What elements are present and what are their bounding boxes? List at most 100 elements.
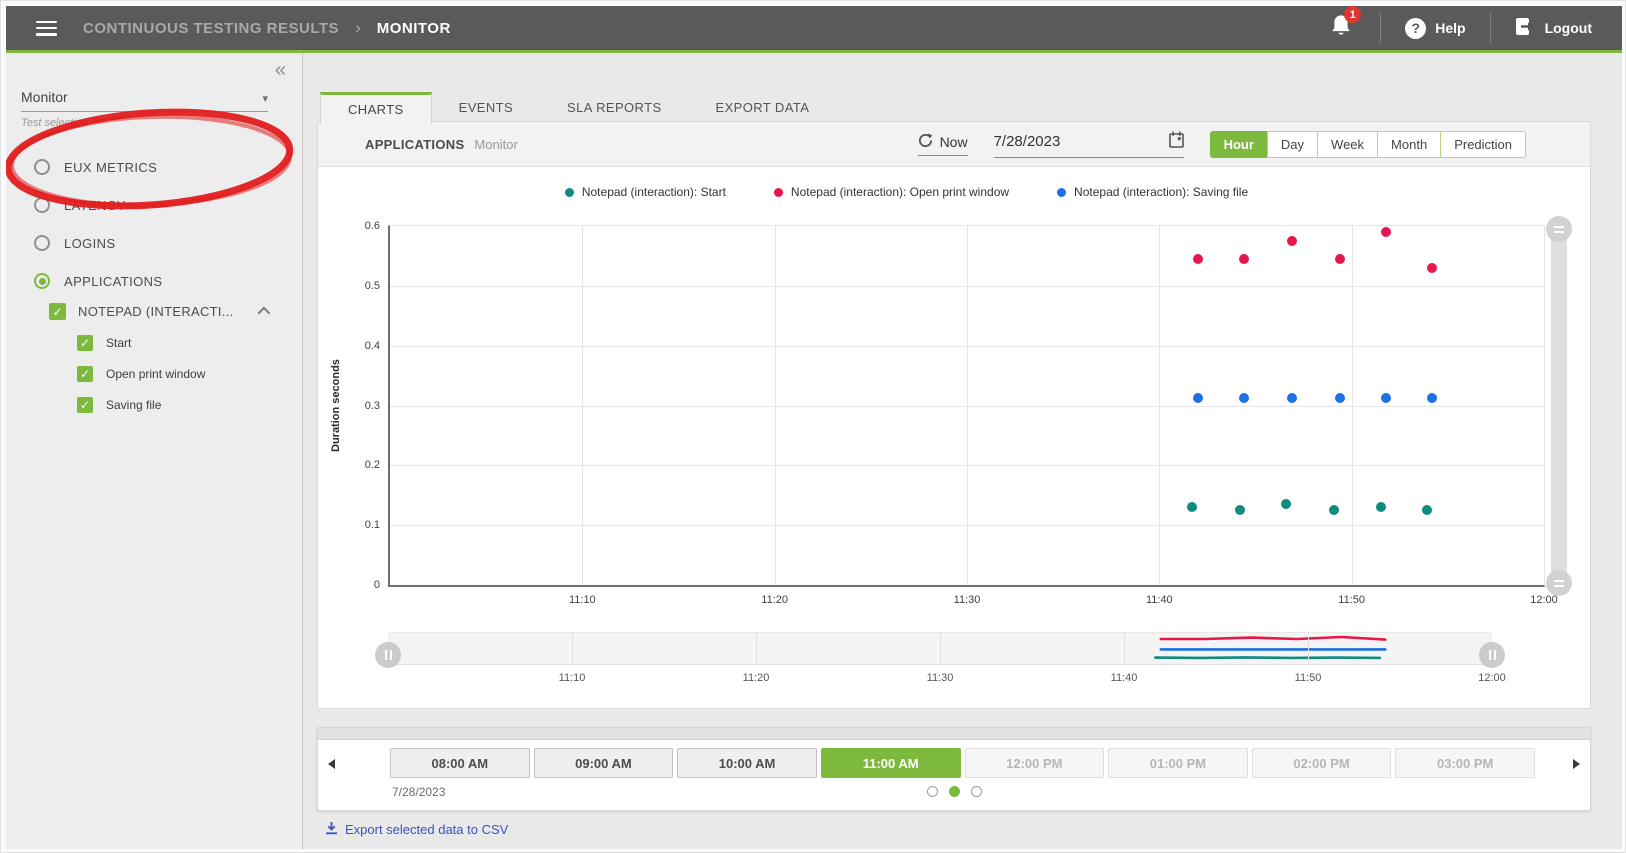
y-axis-tick-label: 0.1 [350,519,380,531]
sidebar: « Monitor ▾ Test selection EUX METRICSLA… [6,53,303,849]
panel-title: APPLICATIONS [365,137,464,152]
legend-item-notepad-interaction-saving-file[interactable]: Notepad (interaction): Saving file [1057,185,1248,199]
x-gridline [582,226,583,585]
tab-sla-reports[interactable]: SLA REPORTS [540,92,688,123]
sidebar-item-eux-metrics[interactable]: EUX METRICS [34,159,162,175]
hour-button-08-00-am[interactable]: 08:00 AM [390,748,530,778]
navigator-handle-left[interactable] [375,642,401,668]
hour-button-row: 08:00 AM09:00 AM10:00 AM11:00 AM12:00 PM… [390,748,1535,778]
chart-controls: Now 7/28/2023 HourDayWeekMonthPrediction [918,122,1526,166]
x-gridline [1352,226,1353,585]
hour-button-01-00-pm[interactable]: 01:00 PM [1108,748,1248,778]
screenshot-frame: CONTINUOUS TESTING RESULTS › MONITOR 1 ?… [0,0,1626,853]
next-hours-arrow[interactable] [1573,759,1580,769]
calendar-icon[interactable] [1169,131,1184,153]
tree-item-saving-file[interactable]: Saving file [77,397,279,413]
radio-icon[interactable] [34,235,50,251]
data-point-notepad-interaction-open-print-window [1239,254,1249,264]
help-label: Help [1435,20,1465,36]
x-axis-tick-label: 12:00 [1530,594,1558,606]
checkbox-checked-icon[interactable] [77,335,93,351]
legend-label: Notepad (interaction): Start [582,185,726,199]
legend-item-notepad-interaction-start[interactable]: Notepad (interaction): Start [565,185,726,199]
tab-export-data[interactable]: EXPORT DATA [689,92,837,123]
hour-button-10-00-am[interactable]: 10:00 AM [677,748,817,778]
now-label: Now [940,134,968,150]
navigator-tick-label: 11:50 [1295,672,1322,684]
data-point-notepad-interaction-saving-file [1427,393,1437,403]
page-dot-2[interactable] [949,786,960,797]
now-refresh-button[interactable]: Now [918,133,968,156]
tree-parent-label: NOTEPAD (INTERACTI... [78,304,234,319]
export-csv-link[interactable]: Export selected data to CSV [325,821,508,838]
hour-button-11-00-am[interactable]: 11:00 AM [821,748,961,778]
sidebar-collapse-icon[interactable]: « [275,59,286,82]
tab-events[interactable]: EVENTS [432,92,540,123]
radio-icon[interactable] [34,159,50,175]
notifications-button[interactable]: 1 [1330,13,1352,43]
scatter-plot-area: Duration seconds 00.10.20.30.40.50.611:1… [388,225,1545,587]
data-point-notepad-interaction-saving-file [1381,393,1391,403]
data-point-notepad-interaction-start [1376,502,1386,512]
tree-item-notepad-interaction[interactable]: NOTEPAD (INTERACTI... [49,303,279,320]
hour-selector-bar: 08:00 AM09:00 AM10:00 AM11:00 AM12:00 PM… [317,727,1591,811]
y-range-slider-handle-top[interactable] [1546,216,1572,242]
refresh-icon [918,133,933,151]
logout-button[interactable]: Logout [1491,17,1596,39]
data-point-notepad-interaction-start [1187,502,1197,512]
data-point-notepad-interaction-saving-file [1335,393,1345,403]
data-point-notepad-interaction-open-print-window [1381,227,1391,237]
range-button-week[interactable]: Week [1317,131,1378,158]
help-button[interactable]: ? Help [1381,18,1489,39]
app: CONTINUOUS TESTING RESULTS › MONITOR 1 ?… [6,6,1622,849]
logout-icon [1515,17,1536,39]
range-button-day[interactable]: Day [1267,131,1318,158]
hamburger-menu-icon[interactable] [36,21,57,36]
legend-label: Notepad (interaction): Open print window [791,185,1009,199]
hour-button-09-00-am[interactable]: 09:00 AM [534,748,674,778]
checkbox-checked-icon[interactable] [77,366,93,382]
navigator-sparkline-notepad-interaction-open-print-window [1161,637,1386,640]
data-point-notepad-interaction-open-print-window [1287,236,1297,246]
data-point-notepad-interaction-open-print-window [1427,263,1437,273]
tree-item-start[interactable]: Start [77,335,279,351]
notification-badge: 1 [1344,6,1361,23]
radio-icon[interactable] [34,273,50,289]
breadcrumb-root[interactable]: CONTINUOUS TESTING RESULTS [83,20,339,37]
range-button-prediction[interactable]: Prediction [1440,131,1526,158]
tree-item-open-print-window[interactable]: Open print window [77,366,279,382]
legend-item-notepad-interaction-open-print-window[interactable]: Notepad (interaction): Open print window [774,185,1009,199]
previous-hours-arrow[interactable] [328,759,335,769]
navigator-handle-right[interactable] [1479,642,1505,668]
checkbox-checked-icon[interactable] [77,397,93,413]
monitor-select[interactable]: Monitor ▾ [21,89,268,112]
y-range-slider-handle-bottom[interactable] [1546,570,1572,596]
tab-charts[interactable]: CHARTS [320,92,432,124]
tree-children: Start Open print window Saving file [77,335,279,413]
y-range-slider-track[interactable] [1551,222,1567,590]
breadcrumb-separator-icon: › [355,18,361,38]
hour-button-03-00-pm[interactable]: 03:00 PM [1395,748,1535,778]
radio-icon[interactable] [34,197,50,213]
date-input[interactable]: 7/28/2023 [994,131,1184,158]
hour-button-02-00-pm[interactable]: 02:00 PM [1252,748,1392,778]
sidebar-item-latency[interactable]: LATENCY [34,197,162,213]
export-csv-label: Export selected data to CSV [345,822,508,837]
time-range-navigator[interactable]: 11:1011:2011:3011:4011:5012:00 [388,632,1492,665]
navigator-tick-label: 12:00 [1478,672,1506,684]
x-axis-tick-label: 11:30 [954,594,981,606]
data-point-notepad-interaction-saving-file [1239,393,1249,403]
hour-button-12-00-pm[interactable]: 12:00 PM [965,748,1105,778]
data-point-notepad-interaction-start [1329,505,1339,515]
help-icon: ? [1405,18,1426,39]
sidebar-item-logins[interactable]: LOGINS [34,235,162,251]
page-dot-1[interactable] [927,786,938,797]
chevron-up-icon[interactable] [257,307,270,320]
hour-scrollbar[interactable] [318,728,1590,740]
range-button-month[interactable]: Month [1377,131,1441,158]
data-point-notepad-interaction-saving-file [1287,393,1297,403]
sidebar-item-applications[interactable]: APPLICATIONS [34,273,162,289]
checkbox-checked-icon[interactable] [49,303,66,320]
page-dot-3[interactable] [971,786,982,797]
range-button-hour[interactable]: Hour [1210,131,1268,158]
